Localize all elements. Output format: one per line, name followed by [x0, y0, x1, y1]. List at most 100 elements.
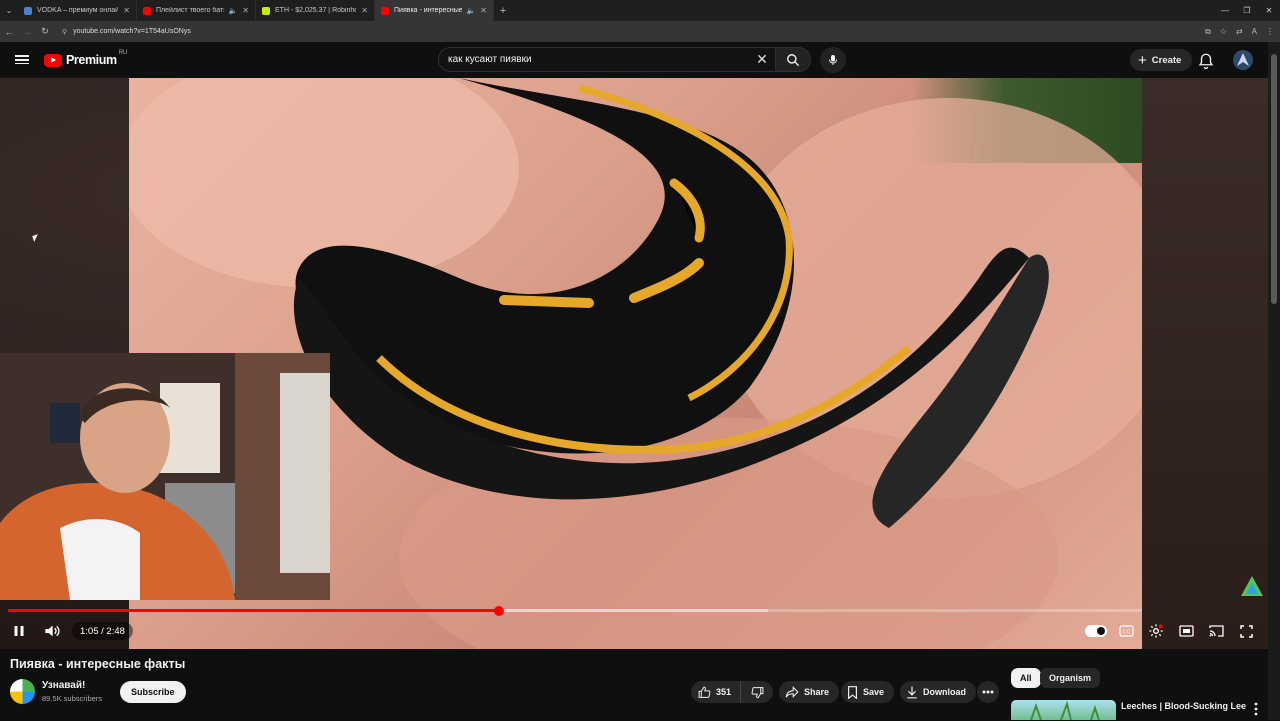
bookmark-star-icon[interactable]: ☆ [1220, 27, 1227, 36]
reload-icon[interactable]: ↻ [36, 26, 54, 37]
browser-address-bar: ← → ↻ ⚲ youtube.com/watch?v=1T54aUsONys … [0, 21, 1280, 42]
browser-tab-active[interactable]: Пиявка - интересные фак 🔈 ✕ [375, 0, 494, 21]
plus-icon: + [1138, 51, 1147, 69]
tab-label: VODKA – премиум онлайн-кa [37, 7, 119, 14]
related-more-icon[interactable] [1250, 702, 1262, 716]
time-text: 1:05 / 2:48 [80, 625, 125, 637]
save-label: Save [863, 687, 885, 697]
related-video-title[interactable]: Leeches | Blood-Sucking Leeches | Medici… [1121, 701, 1246, 712]
subtitles-button[interactable]: CC [1115, 620, 1137, 642]
more-actions-button[interactable] [977, 681, 999, 703]
site-info-icon[interactable]: ⚲ [62, 28, 67, 36]
region-code: RU [118, 50, 128, 56]
tab-close-icon[interactable]: ✕ [480, 6, 487, 15]
search-box: ✕ [438, 47, 775, 72]
cast-icon [1208, 625, 1224, 637]
mute-button[interactable] [41, 620, 63, 642]
share-button[interactable]: Share [779, 681, 840, 703]
theater-mode-icon [1178, 625, 1194, 637]
like-count: 351 [716, 687, 732, 697]
download-button[interactable]: Download [900, 681, 976, 703]
thumbnail-image [1030, 700, 1100, 720]
save-button[interactable]: Save [841, 681, 895, 703]
autoplay-toggle[interactable] [1085, 625, 1107, 637]
browser-tab[interactable]: Плейлист твоего батя/Ле 🔈 ✕ [137, 0, 256, 21]
speaker-icon[interactable]: 🔈 [467, 7, 476, 15]
video-player[interactable]: 1:05 / 2:48 CC [0, 78, 1268, 649]
youtube-premium-logo[interactable]: Premium RU [44, 50, 129, 67]
video-title: Пиявка - интересные факты [10, 657, 186, 671]
chip-organism[interactable]: Organism [1040, 668, 1101, 688]
pause-button[interactable] [8, 620, 30, 642]
new-tab-button[interactable]: + [494, 5, 512, 17]
search-button[interactable] [775, 47, 811, 72]
played-bar [8, 609, 500, 612]
download-icon [907, 686, 917, 698]
channel-name[interactable]: Узнавай! [42, 680, 85, 691]
extension-a-icon[interactable]: A [1252, 27, 1257, 36]
browser-tab-bar: ⌄ VODKA – премиум онлайн-кa ✕ Плейлист т… [0, 0, 1280, 21]
extensions-icon[interactable]: ⇄ [1236, 27, 1243, 36]
channel-avatar[interactable] [10, 679, 35, 704]
restore-icon[interactable]: ❐ [1236, 0, 1258, 21]
create-button[interactable]: + Create [1130, 49, 1193, 71]
tab-favicon-icon [143, 6, 151, 15]
clear-search-icon[interactable]: ✕ [749, 51, 775, 68]
chip-all[interactable]: All [1011, 668, 1041, 688]
tab-close-icon[interactable]: ✕ [361, 6, 368, 15]
notifications-bell-icon[interactable] [1197, 52, 1215, 70]
browser-menu-icon[interactable]: ⋮ [1266, 27, 1274, 36]
dislike-button[interactable] [741, 686, 773, 699]
like-dislike-group: 351 [691, 681, 773, 703]
more-horizontal-icon [982, 690, 994, 694]
voice-search-button[interactable] [820, 47, 846, 73]
url-text: youtube.com/watch?v=1T54aUsONys [73, 28, 191, 35]
search-input[interactable] [448, 54, 749, 65]
fullscreen-icon [1239, 624, 1253, 638]
minimize-icon[interactable]: — [1214, 0, 1236, 21]
fullscreen-button[interactable] [1235, 620, 1257, 642]
tab-search-icon[interactable]: ⌄ [0, 0, 18, 21]
settings-button[interactable] [1145, 620, 1167, 642]
guide-menu-icon[interactable] [15, 53, 29, 67]
svg-text:CC: CC [1122, 630, 1130, 636]
speaker-icon[interactable]: 🔈 [229, 7, 238, 15]
toggle-knob [1097, 627, 1105, 635]
share-label: Share [804, 687, 830, 697]
browser-tab[interactable]: ETH - $2,025.37 | Robinhood ✕ [256, 0, 375, 21]
page-scrollbar[interactable] [1268, 42, 1280, 720]
cast-button[interactable] [1205, 620, 1227, 642]
tab-label: ETH - $2,025.37 | Robinhood [275, 7, 357, 14]
window-controls: — ❐ ✕ [1214, 0, 1280, 21]
miniplayer-button[interactable] [1175, 620, 1197, 642]
tab-close-icon[interactable]: ✕ [242, 6, 249, 15]
close-window-icon[interactable]: ✕ [1258, 0, 1280, 21]
download-label: Download [923, 687, 966, 697]
account-avatar[interactable] [1233, 50, 1253, 70]
scrubber-handle[interactable] [494, 605, 505, 616]
player-controls: 1:05 / 2:48 CC [0, 616, 1268, 646]
tab-favicon-icon [381, 6, 389, 15]
tab-favicon-icon [262, 6, 270, 15]
back-icon[interactable]: ← [0, 27, 18, 37]
extension-logo-icon [1241, 576, 1263, 596]
open-in-app-icon[interactable]: ⧉ [1205, 27, 1211, 37]
youtube-play-icon [44, 53, 62, 67]
closed-captions-icon: CC [1118, 625, 1134, 637]
related-video-thumbnail[interactable] [1011, 700, 1116, 720]
subscriber-count: 89.5K subscribers [42, 694, 103, 703]
forward-icon[interactable]: → [18, 27, 36, 37]
streamer-webcam-overlay [0, 353, 330, 600]
video-progress-bar[interactable] [8, 605, 1142, 616]
gear-icon [1149, 624, 1163, 638]
subscribe-button[interactable]: Subscribe [120, 681, 186, 703]
scrollbar-thumb[interactable] [1271, 54, 1277, 304]
url-field[interactable]: ⚲ youtube.com/watch?v=1T54aUsONys [62, 28, 191, 36]
pause-icon [14, 626, 24, 636]
tab-favicon-icon [24, 6, 32, 15]
like-button[interactable]: 351 [691, 681, 742, 703]
browser-tab[interactable]: VODKA – премиум онлайн-кa ✕ [18, 0, 137, 21]
tab-close-icon[interactable]: ✕ [123, 6, 130, 15]
youtube-header: Premium RU ✕ + Create [0, 42, 1268, 78]
thumbs-down-icon [751, 686, 763, 698]
